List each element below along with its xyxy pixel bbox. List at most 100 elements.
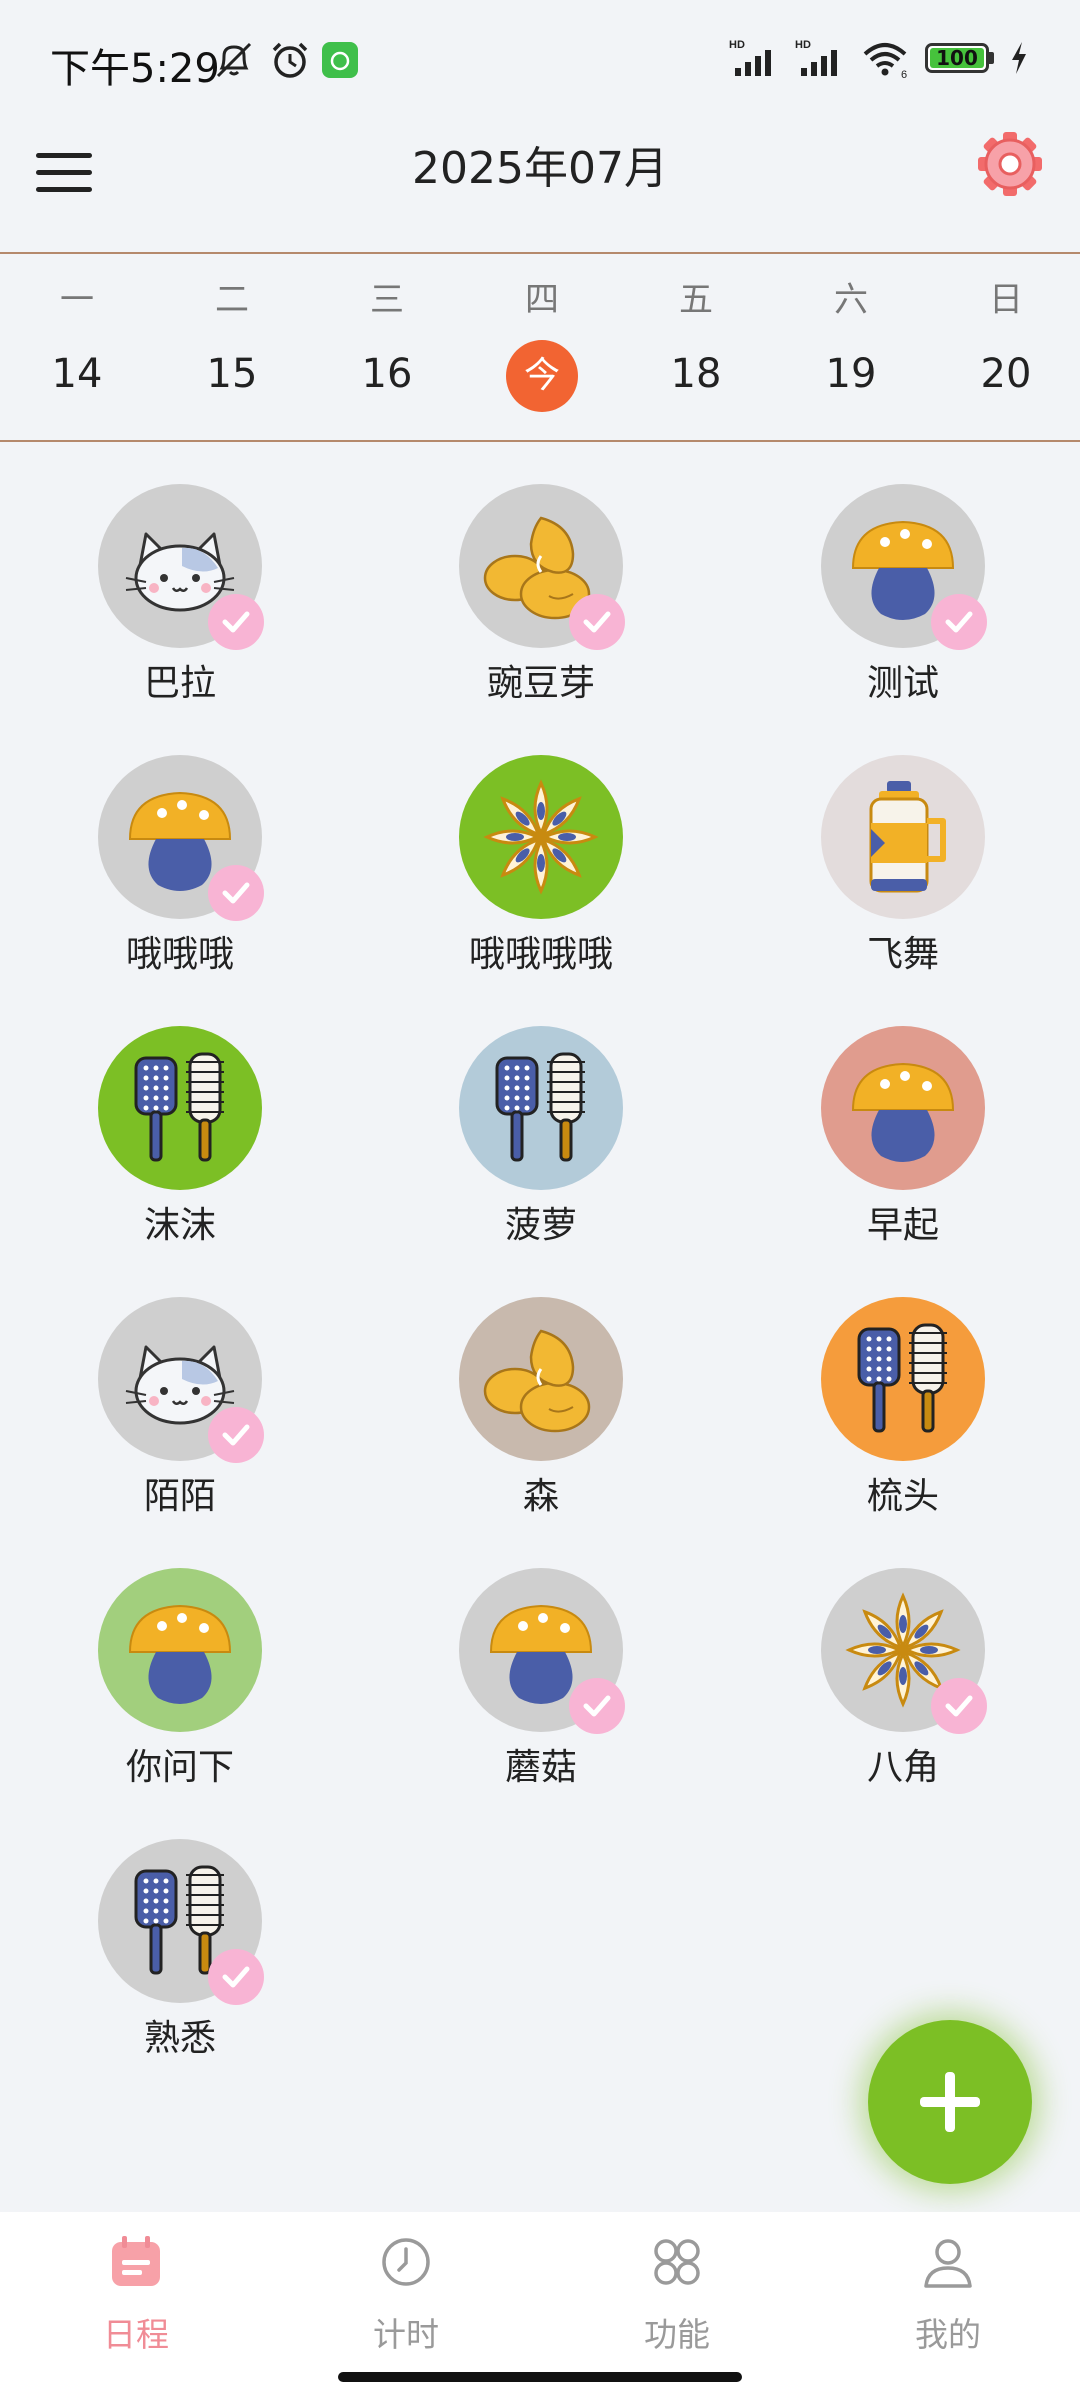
habit-avatar (98, 755, 264, 921)
habit-item[interactable]: 巴拉 (50, 484, 310, 706)
nav-profile[interactable]: 我的 (868, 2232, 1028, 2356)
habit-avatar (98, 1839, 264, 2005)
habit-label: 早起 (866, 1205, 939, 1246)
today-marker: 今 (506, 340, 578, 412)
habit-label: 森 (522, 1476, 559, 1517)
habit-item[interactable]: 早起 (773, 1026, 1033, 1248)
status-time: 下午5:29 (50, 46, 220, 92)
habit-label: 哦哦哦 (125, 934, 234, 975)
day-tue[interactable]: 二 15 (182, 254, 282, 410)
habit-item[interactable]: 沫沫 (50, 1026, 310, 1248)
habit-label: 你问下 (125, 1747, 234, 1788)
habit-avatar (98, 484, 264, 650)
svg-text:6: 6 (901, 69, 907, 78)
calendar-icon (112, 2236, 160, 2286)
habit-item[interactable]: 测试 (773, 484, 1033, 706)
habit-label: 八角 (866, 1747, 939, 1788)
completed-check-icon (208, 594, 264, 650)
app-notification-icon (322, 42, 358, 78)
habit-avatar (459, 484, 625, 650)
habit-label: 豌豆芽 (486, 663, 595, 704)
habit-avatar (459, 1297, 623, 1461)
week-strip: 一 14 二 15 三 16 四 今 五 18 六 19 日 20 (0, 254, 1080, 440)
habit-label: 菠萝 (504, 1205, 577, 1246)
habit-item[interactable]: 森 (411, 1297, 671, 1519)
settings-button[interactable] (976, 130, 1044, 198)
gear-icon (978, 132, 1042, 196)
habit-label: 熟悉 (143, 2018, 216, 2059)
habit-avatar (821, 484, 987, 650)
nav-functions[interactable]: 功能 (597, 2232, 757, 2356)
completed-check-icon (569, 594, 625, 650)
completed-check-icon (208, 1407, 264, 1463)
completed-check-icon (208, 1949, 264, 2005)
day-fri[interactable]: 五 18 (646, 254, 746, 410)
thermos-icon (869, 781, 946, 893)
habit-item[interactable]: 哦哦哦 (50, 755, 310, 977)
habit-item[interactable]: 豌豆芽 (411, 484, 671, 706)
charging-bolt-icon (1012, 42, 1026, 74)
habit-avatar (98, 1026, 262, 1190)
habit-item[interactable]: 哦哦哦哦 (411, 755, 671, 977)
habit-item[interactable]: 熟悉 (50, 1839, 310, 2061)
add-habit-button[interactable] (868, 2020, 1032, 2184)
month-title[interactable]: 2025年07月 (0, 132, 1080, 196)
app-header: 2025年07月 (0, 120, 1080, 252)
habit-item[interactable]: 菠萝 (411, 1026, 671, 1248)
person-icon (924, 2239, 972, 2288)
completed-check-icon (208, 865, 264, 921)
day-thu-today[interactable]: 四 今 (492, 254, 592, 412)
day-mon[interactable]: 一 14 (27, 254, 127, 410)
habit-item[interactable]: 梳头 (773, 1297, 1033, 1519)
habit-avatar (98, 1297, 264, 1463)
habit-item[interactable]: 飞舞 (773, 755, 1033, 977)
habit-label: 飞舞 (866, 934, 939, 975)
habit-label: 巴拉 (143, 663, 216, 704)
habit-label: 蘑菇 (504, 1747, 577, 1788)
star-anise-icon (483, 779, 599, 895)
mushroom-icon (851, 1062, 955, 1162)
status-bar: 下午5:29 HD HD 6 100 (0, 0, 1080, 120)
home-indicator[interactable] (338, 2372, 742, 2382)
habit-avatar (821, 1568, 987, 1734)
peach-icon (483, 1329, 591, 1433)
habit-item[interactable]: 八角 (773, 1568, 1033, 1790)
alarm-icon (272, 42, 308, 78)
habit-item[interactable]: 蘑菇 (411, 1568, 671, 1790)
habit-avatar (821, 1297, 985, 1461)
brush-icon (134, 1052, 224, 1162)
habit-label: 梳头 (866, 1476, 939, 1517)
habit-avatar (821, 1026, 985, 1190)
signal-hd-2-icon: HD (795, 39, 837, 76)
habit-avatar (459, 755, 623, 919)
day-wed[interactable]: 三 16 (337, 254, 437, 410)
habit-label: 沫沫 (143, 1205, 216, 1246)
battery-level: 100 (936, 46, 978, 70)
nav-schedule[interactable]: 日程 (56, 2232, 216, 2356)
week-divider (0, 440, 1080, 442)
habit-label: 陌陌 (143, 1476, 216, 1517)
mushroom-icon (128, 1604, 232, 1704)
habit-avatar (459, 1568, 625, 1734)
plus-icon (920, 2072, 980, 2132)
habit-item[interactable]: 陌陌 (50, 1297, 310, 1519)
clock-icon (382, 2238, 430, 2286)
grid-icon (654, 2239, 700, 2285)
nav-timer[interactable]: 计时 (326, 2232, 486, 2356)
wifi-icon: 6 (863, 43, 907, 78)
svg-text:HD: HD (795, 39, 811, 51)
completed-check-icon (931, 594, 987, 650)
completed-check-icon (931, 1678, 987, 1734)
brush-icon (857, 1323, 947, 1433)
day-sun[interactable]: 日 20 (956, 254, 1056, 410)
signal-hd-icon: HD (729, 39, 771, 76)
day-sat[interactable]: 六 19 (801, 254, 901, 410)
habit-item[interactable]: 你问下 (50, 1568, 310, 1790)
status-right: HD HD 6 100 (729, 38, 1030, 78)
battery-icon: 100 (925, 43, 989, 73)
habit-label: 测试 (866, 663, 939, 704)
brush-icon (495, 1052, 585, 1162)
habit-avatar (98, 1568, 262, 1732)
habit-label: 哦哦哦哦 (468, 934, 613, 975)
completed-check-icon (569, 1678, 625, 1734)
